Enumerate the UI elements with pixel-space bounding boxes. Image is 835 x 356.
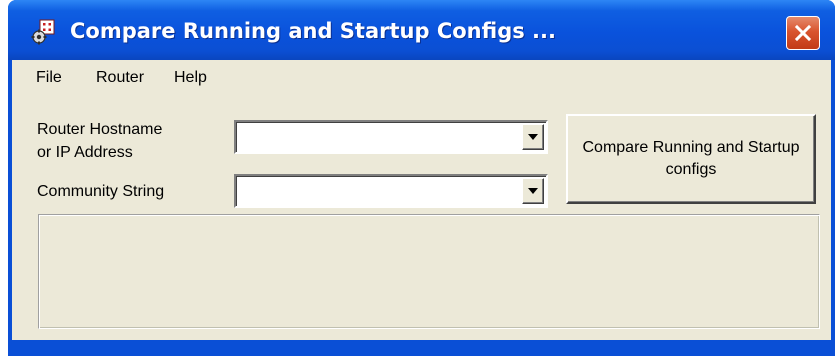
hostname-combobox[interactable]	[234, 120, 548, 154]
window-title: Compare Running and Startup Configs ...	[70, 19, 556, 43]
menu-bar: File Router Help	[12, 60, 831, 98]
hostname-dropdown-button[interactable]	[522, 124, 544, 150]
client-area: File Router Help Router Hostname or IP A…	[12, 60, 831, 340]
compare-configs-button[interactable]: Compare Running and Startup configs	[566, 114, 816, 204]
community-string-label: Community String	[37, 183, 165, 200]
compare-configs-button-label: Compare Running and Startup configs	[582, 139, 800, 178]
chevron-down-icon	[528, 134, 538, 140]
status-panel	[38, 214, 820, 329]
close-icon	[794, 24, 812, 42]
menu-help[interactable]: Help	[172, 67, 209, 89]
community-string-dropdown-button[interactable]	[522, 178, 544, 204]
page-root: Compare Running and Startup Configs ... …	[0, 0, 835, 356]
menu-router[interactable]: Router	[94, 67, 146, 89]
chevron-down-icon	[528, 188, 538, 194]
menu-file[interactable]: File	[34, 67, 64, 89]
hostname-label-line2: or IP Address	[37, 144, 133, 161]
app-window: Compare Running and Startup Configs ... …	[8, 0, 835, 356]
community-string-combobox[interactable]	[234, 174, 548, 208]
hostname-input[interactable]	[239, 125, 509, 147]
close-button[interactable]	[786, 16, 820, 50]
title-bar[interactable]: Compare Running and Startup Configs ...	[8, 0, 835, 60]
hostname-label-line1: Router Hostname	[37, 121, 163, 138]
community-string-input[interactable]	[239, 179, 509, 201]
app-config-icon	[31, 19, 55, 45]
